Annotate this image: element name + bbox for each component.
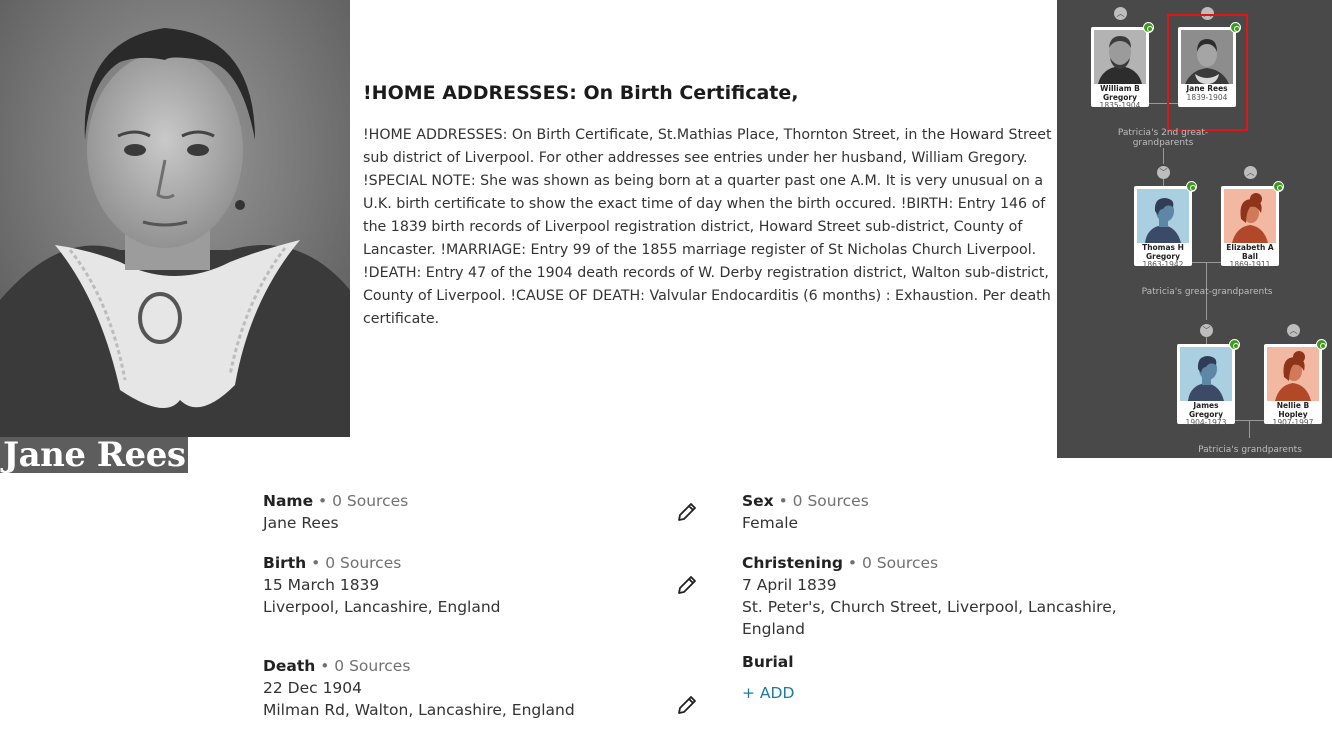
fact-label: Burial: [742, 653, 794, 671]
fact-sources[interactable]: • 0 Sources: [843, 554, 938, 572]
tree-card-elizabeth[interactable]: Elizabeth A Ball 1869-1911: [1221, 181, 1284, 269]
fact-burial: Burial: [742, 651, 794, 673]
person-name-banner: Jane Rees: [0, 437, 189, 473]
fact-sources[interactable]: • 0 Sources: [313, 492, 408, 510]
fact-place: St. Peter's, Church Street, Liverpool, L…: [742, 598, 1117, 638]
fact-date: 7 April 1839: [742, 576, 837, 594]
card-years: 1863-1942: [1142, 260, 1184, 269]
notes-body: !HOME ADDRESSES: On Birth Certificate, S…: [363, 127, 1052, 327]
fact-label: Death: [263, 657, 316, 675]
fact-label: Name: [263, 492, 314, 510]
hint-leaf-icon[interactable]: [1186, 181, 1197, 192]
fact-label: Sex: [742, 492, 774, 510]
selected-person-highlight: [1167, 14, 1248, 131]
expand-up-icon[interactable]: ︿: [1244, 166, 1257, 179]
fact-place: Liverpool, Lancashire, England: [263, 598, 501, 616]
add-burial-button[interactable]: + ADD: [742, 684, 794, 702]
fact-place: Milman Rd, Walton, Lancashire, England: [263, 701, 575, 719]
female-silhouette-icon: [1224, 189, 1276, 243]
edit-pencil-icon[interactable]: [676, 501, 698, 523]
expand-down-icon[interactable]: ﹀: [1200, 324, 1213, 337]
card-years: 1904-1973: [1185, 418, 1227, 427]
generation-label: Patricia's 2nd great-grandparents: [1117, 128, 1209, 148]
tree-card-james[interactable]: James Gregory 1904-1973: [1177, 339, 1240, 427]
notes-title: !HOME ADDRESSES: On Birth Certificate,: [363, 82, 799, 104]
portrait-photo: [0, 0, 350, 437]
hint-leaf-icon[interactable]: [1143, 22, 1154, 33]
fact-death: Death • 0 Sources 22 Dec 1904 Milman Rd,…: [263, 655, 575, 721]
fact-value: Jane Rees: [263, 514, 339, 532]
fact-value: Female: [742, 514, 799, 532]
expand-up-icon[interactable]: ︿: [1114, 7, 1127, 20]
expand-down-icon[interactable]: ﹀: [1157, 166, 1170, 179]
fact-name: Name • 0 Sources Jane Rees: [263, 490, 408, 534]
female-silhouette-icon: [1267, 347, 1319, 401]
card-name: James Gregory: [1188, 401, 1224, 419]
edit-pencil-icon[interactable]: [676, 574, 698, 596]
male-silhouette-icon: [1137, 189, 1189, 243]
tree-card-thomas[interactable]: Thomas H Gregory 1863-1942: [1134, 181, 1197, 269]
fact-christening: Christening • 0 Sources 7 April 1839 St.…: [742, 552, 1132, 640]
man-photo: [1094, 30, 1146, 84]
card-name: Nellie B Hopley: [1276, 401, 1310, 419]
card-years: 1907-1997: [1272, 418, 1314, 427]
expand-up-icon[interactable]: ︿: [1287, 324, 1300, 337]
male-silhouette-icon: [1180, 347, 1232, 401]
hint-leaf-icon[interactable]: [1273, 181, 1284, 192]
generation-label: Patricia's grandparents: [1198, 445, 1302, 455]
card-years: 1869-1911: [1229, 260, 1271, 269]
fact-birth: Birth • 0 Sources 15 March 1839 Liverpoo…: [263, 552, 501, 618]
fact-sources[interactable]: • 0 Sources: [315, 657, 410, 675]
fact-label: Birth: [263, 554, 307, 572]
fact-sources[interactable]: • 0 Sources: [774, 492, 869, 510]
tree-card-nellie[interactable]: Nellie B Hopley 1907-1997: [1264, 339, 1327, 427]
fact-sources[interactable]: • 0 Sources: [306, 554, 401, 572]
hint-leaf-icon[interactable]: [1316, 339, 1327, 350]
generation-label: Patricia's great-grandparents: [1141, 287, 1273, 297]
card-name: William B Gregory: [1100, 84, 1140, 102]
hint-leaf-icon[interactable]: [1229, 339, 1240, 350]
fact-date: 15 March 1839: [263, 576, 380, 594]
fact-label: Christening: [742, 554, 843, 572]
edit-pencil-icon[interactable]: [676, 694, 698, 716]
tree-card-william[interactable]: William B Gregory 1835-1904: [1091, 22, 1154, 110]
family-tree-panel: ︿ ︿ William B Gregory 1835-1904 Jane Ree…: [1057, 0, 1332, 458]
fact-sex: Sex • 0 Sources Female: [742, 490, 869, 534]
card-name: Thomas H Gregory: [1142, 243, 1184, 261]
fact-date: 22 Dec 1904: [263, 679, 363, 697]
card-name: Elizabeth A Ball: [1226, 243, 1274, 261]
card-years: 1835-1904: [1099, 101, 1141, 110]
